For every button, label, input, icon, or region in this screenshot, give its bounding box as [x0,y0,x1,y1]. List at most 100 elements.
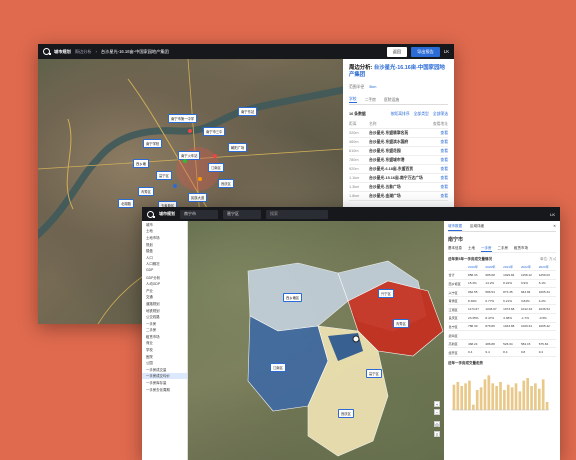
poi-view-link[interactable]: 查看 [440,149,448,154]
map-marker[interactable]: 南宁学校 [143,139,163,148]
sidebar-item[interactable]: 一手房去化周期 [142,386,187,393]
sidebar-item[interactable]: 学校 [142,346,187,353]
poi-row[interactable]: 610m 台沙星光-东盟花园 查看 [349,147,448,156]
tab-school[interactable]: 学校 [349,97,357,103]
map-marker[interactable]: 南宁市三中 [203,127,226,136]
poi-row[interactable]: 460m 台沙星光-东盟滨水国府 查看 [349,138,448,147]
poi-row[interactable]: 320m 台沙星光-东盟翡翠名苑 查看 [349,129,448,138]
sidebar-item[interactable]: 人口 [142,254,187,261]
district-label[interactable]: 兴宁区 [378,289,394,298]
user-avatar[interactable]: LK [444,49,449,54]
sidebar-item[interactable]: 一手房成交均价 [142,372,187,380]
sidebar-item[interactable]: 一手房库存量 [142,379,187,386]
tab-hospital[interactable]: 医院设施 [384,98,399,103]
poi-row[interactable]: 780m 台沙星光-东盟城市港 查看 [349,156,448,165]
map-marker[interactable]: 青秀区 [138,187,154,196]
district-label[interactable]: 邕宁区 [366,369,382,378]
sub-tab[interactable]: 二手房 [498,246,509,252]
sort-distance[interactable]: 按距离排序 [391,112,410,117]
close-icon[interactable]: ✕ [553,224,556,231]
sidebar-item[interactable]: 二手房 [142,327,187,334]
poi-row[interactable]: 1.3km 台沙星光-五象广场 查看 [349,183,448,192]
poi-row[interactable]: 1.6km 台沙星光-金湖广场 查看 [349,192,448,201]
map-marker[interactable]: 南宁市第一中学 [168,114,198,123]
poi-view-link[interactable]: 查看 [440,176,448,181]
sidebar-item[interactable]: 公交线路 [142,313,187,320]
filter-type[interactable]: 全部类型 [414,112,429,117]
sidebar-item[interactable]: 城市 [142,221,187,228]
user-avatar[interactable]: LK [550,212,555,217]
poi-dot[interactable] [213,154,217,158]
poi-view-link[interactable]: 查看 [440,167,448,172]
sidebar-item[interactable]: 道路规划 [142,300,187,307]
zoom-in-button[interactable]: + [434,401,440,407]
sidebar-item[interactable]: 租赁市场 [142,333,187,340]
sidebar-item[interactable]: 一手房 [142,320,187,327]
sub-tab[interactable]: 土地 [468,246,475,252]
poi-view-link[interactable]: 查看 [440,131,448,136]
range-select[interactable]: 5km [369,85,376,89]
sidebar-item[interactable]: 公园 [142,359,187,366]
city-select[interactable]: 南宁市 [180,209,218,219]
tab-city-data[interactable]: 城市数据 [448,224,462,231]
poi-view-link[interactable]: 查看 [440,158,448,163]
row-value: 9.4 [485,350,490,355]
sidebar-item[interactable]: 土地 [142,228,187,235]
sidebar-item[interactable]: 产业 [142,287,187,294]
sub-tab[interactable]: 基本信息 [448,246,462,252]
search-input[interactable]: 搜索 [266,209,328,219]
district-label[interactable]: 西乡塘区 [283,293,303,302]
map-marker[interactable]: 朝阳广场 [228,143,248,152]
sub-tab[interactable]: 一手房 [481,246,492,252]
chart-bar [545,402,549,411]
map-marker[interactable]: 良庆区 [218,179,234,188]
poi-view-link[interactable]: 查看 [440,194,448,199]
map-marker[interactable]: 南宁东站 [238,107,258,116]
district-label[interactable]: 江南区 [270,363,286,372]
export-button[interactable]: 导出报告 [411,46,440,57]
poi-view-link[interactable]: 查看 [440,185,448,190]
sidebar-item[interactable]: GDP分析 [142,274,187,281]
sidebar-item[interactable]: 土地市场 [142,234,187,241]
sidebar-item[interactable]: 一手房成交量 [142,366,187,373]
district-map[interactable]: 西乡塘区 兴宁区 青秀区 江南区 良庆区 邕宁区 + − ◎ ≡ [188,221,444,460]
sidebar-item[interactable]: 地铁规划 [142,307,187,314]
locate-icon[interactable]: ◎ [434,421,440,427]
tab-region-detail[interactable]: 区域详细 [470,224,484,231]
district-select[interactable]: 邕宁区 [223,209,261,219]
sidebar-item[interactable]: 交通 [142,294,187,301]
poi-view-link[interactable]: 查看 [440,140,448,145]
map-marker[interactable]: 南宁火车站 [178,151,201,160]
row-value: 1259.03 [538,272,550,277]
district-label[interactable]: 良庆区 [338,409,354,418]
map-marker[interactable]: 江南区 [208,163,224,172]
filter-all[interactable]: 全部筛选 [433,112,448,117]
sidebar-item[interactable]: 商业 [142,340,187,347]
district-label[interactable]: 青秀区 [393,319,409,328]
poi-dot[interactable] [173,184,177,188]
sidebar-item[interactable]: 规划 [142,241,187,248]
map-marker[interactable]: 西乡塘 [133,159,149,168]
poi-row[interactable]: 1.1km 台沙星光-15.16亩-南宁万达广场 查看 [349,174,448,183]
poi-dot[interactable] [188,129,192,133]
poi-dot[interactable] [198,177,202,181]
sidebar-item[interactable]: 医院 [142,353,187,360]
year-header: 2022年 [520,264,531,269]
poi-row[interactable]: 920m 台沙星光-6.18亩-东盟百货 查看 [349,165,448,174]
sidebar-item[interactable]: 楼盘 [142,247,187,254]
map-marker[interactable]: 邕宁区 [156,171,172,180]
sidebar-item[interactable]: 人均GDP [142,280,187,287]
row-value [467,331,484,340]
tab-secondhand[interactable]: 二手房 [365,98,376,103]
poi-dot[interactable] [183,159,187,163]
zoom-out-button[interactable]: − [434,409,440,415]
sub-tab[interactable]: 租赁市场 [514,246,528,252]
poi-name: 台沙星光-五象广场 [369,184,401,189]
sidebar-item[interactable]: GDP [142,267,187,274]
map-marker[interactable]: 北湖路 [118,199,134,208]
map-marker[interactable]: 民族大道 [188,193,208,202]
layers-icon[interactable]: ≡ [434,431,440,437]
breadcrumb[interactable]: 周边分析 [75,49,92,55]
back-button[interactable]: 返回 [386,46,408,57]
sidebar-item[interactable]: 人口概况 [142,261,187,268]
